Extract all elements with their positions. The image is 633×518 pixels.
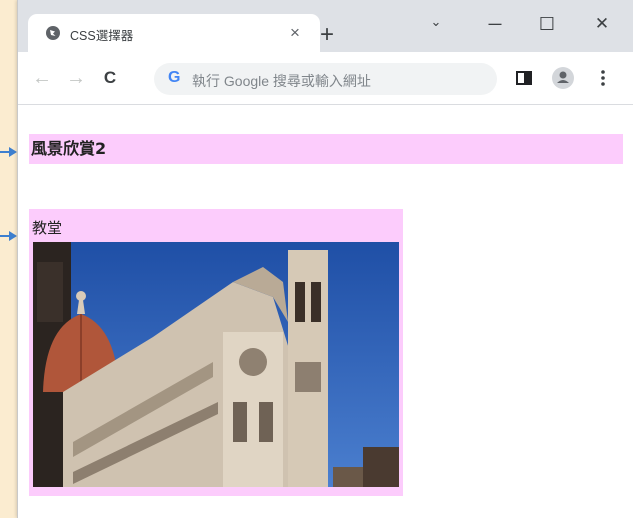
active-tab[interactable]: CSS選擇器 × [28, 14, 320, 52]
tab-title: CSS選擇器 [70, 29, 134, 43]
side-panel-icon[interactable] [511, 65, 537, 91]
profile-avatar-icon[interactable] [550, 65, 576, 91]
new-tab-button[interactable]: + [314, 22, 340, 48]
forward-button[interactable]: → [62, 64, 90, 92]
pointer-arrow-heading [0, 147, 17, 157]
globe-icon [46, 26, 60, 40]
back-button[interactable]: ← [28, 64, 56, 92]
card-label: 教堂 [32, 219, 63, 237]
image-card: 教堂 [29, 209, 403, 496]
menu-kebab-icon[interactable] [590, 65, 616, 91]
address-bar[interactable]: G 執行 Google 搜尋或輸入網址 [154, 63, 497, 95]
browser-window: CSS選擇器 × + ⌄ — ☐ ✕ ← → C G 執行 Google 搜尋或… [17, 0, 633, 518]
google-icon: G [168, 69, 181, 86]
maximize-button[interactable]: ☐ [527, 6, 567, 42]
pointer-arrow-card [0, 231, 17, 241]
page-content: 風景欣賞2 教堂 [18, 105, 633, 518]
cathedral-photo [33, 242, 399, 487]
reload-button[interactable]: C [96, 64, 124, 92]
address-bar-placeholder: 執行 Google 搜尋或輸入網址 [192, 73, 371, 89]
browser-toolbar: ← → C G 執行 Google 搜尋或輸入網址 [18, 52, 633, 105]
tab-strip: CSS選擇器 × + ⌄ — ☐ ✕ [18, 0, 633, 52]
tab-close-icon[interactable]: × [284, 22, 306, 44]
minimize-button[interactable]: — [475, 6, 515, 42]
tab-search-dropdown-icon[interactable]: ⌄ [416, 4, 456, 40]
page-heading: 風景欣賞2 [29, 134, 623, 164]
close-button[interactable]: ✕ [582, 6, 622, 42]
